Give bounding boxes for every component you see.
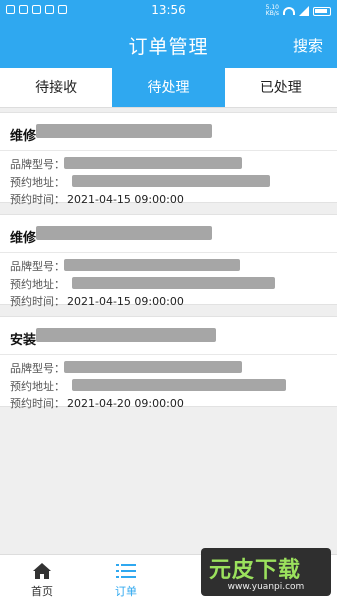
time-label: 预约时间：: [10, 295, 65, 308]
address-label: 预约地址：: [10, 176, 65, 189]
redacted-title: [36, 124, 212, 138]
watermark-title: 元皮下载: [209, 558, 302, 583]
redacted-address: [72, 379, 286, 391]
order-card[interactable]: 维修 品牌型号： 预约地址： 预约时间： 2021-04-15 09:00:00: [0, 214, 337, 308]
header: 订单管理 搜索: [0, 22, 337, 68]
address-label: 预约地址：: [10, 380, 65, 393]
time-row: 预约时间： 2021-04-15 09:00:00: [10, 293, 184, 309]
brand-row: 品牌型号：: [10, 360, 65, 376]
status-system-icons: 5.10 KB/s: [263, 5, 331, 17]
order-card[interactable]: 安装 品牌型号： 预约地址： 预约时间： 2021-04-20 09:00:00: [0, 316, 337, 410]
network-speed: 5.10 KB/s: [265, 4, 279, 17]
search-button[interactable]: 搜索: [293, 35, 323, 56]
time-label: 预约时间：: [10, 397, 65, 410]
order-list: 维修 品牌型号： 预约地址： 预约时间： 2021-04-15 09:00:00 …: [0, 112, 337, 418]
order-type: 安装: [10, 333, 37, 348]
signal-icon: [299, 6, 309, 16]
address-row: 预约地址：: [10, 174, 65, 190]
brand-row: 品牌型号：: [10, 258, 65, 274]
watermark-logo: 元皮下载 www.yuanpi.com: [201, 548, 331, 596]
battery-icon: [313, 6, 331, 16]
redacted-title: [36, 226, 212, 240]
redacted-title: [36, 328, 216, 342]
order-card[interactable]: 维修 品牌型号： 预约地址： 预约时间： 2021-04-15 09:00:00: [0, 112, 337, 206]
nav-home[interactable]: 首页: [0, 555, 84, 600]
redacted-brand: [64, 157, 242, 169]
brand-label: 品牌型号：: [10, 362, 65, 375]
brand-label: 品牌型号：: [10, 158, 65, 171]
home-icon: [33, 563, 51, 579]
status-bar: 13:56 5.10 KB/s: [0, 0, 337, 22]
brand-label: 品牌型号：: [10, 260, 65, 273]
redacted-brand: [64, 361, 242, 373]
redacted-brand: [64, 259, 240, 271]
watermark-url: www.yuanpi.com: [227, 582, 305, 592]
nav-orders-label: 订单: [115, 585, 137, 598]
time-value: 2021-04-15 09:00:00: [67, 295, 184, 308]
redacted-address: [72, 277, 275, 289]
time-row: 预约时间： 2021-04-15 09:00:00: [10, 191, 184, 207]
time-value: 2021-04-15 09:00:00: [67, 193, 184, 206]
page-title: 订单管理: [128, 36, 209, 58]
redacted-address: [72, 175, 270, 187]
tab-processed[interactable]: 已处理: [225, 68, 337, 107]
address-row: 预约地址：: [10, 276, 65, 292]
list-icon: [116, 564, 136, 578]
order-type: 维修: [10, 129, 37, 144]
nav-home-label: 首页: [31, 585, 53, 598]
address-label: 预约地址：: [10, 278, 65, 291]
time-row: 预约时间： 2021-04-20 09:00:00: [10, 395, 184, 411]
tab-pending-receive[interactable]: 待接收: [0, 68, 112, 107]
time-value: 2021-04-20 09:00:00: [67, 397, 184, 410]
order-tabs: 待接收 待处理 已处理: [0, 68, 337, 108]
nav-orders[interactable]: 订单: [84, 555, 168, 600]
time-label: 预约时间：: [10, 193, 65, 206]
wifi-icon: [283, 7, 295, 15]
tab-pending-process[interactable]: 待处理: [112, 68, 225, 107]
address-row: 预约地址：: [10, 378, 65, 394]
brand-row: 品牌型号：: [10, 156, 65, 172]
order-type: 维修: [10, 231, 37, 246]
